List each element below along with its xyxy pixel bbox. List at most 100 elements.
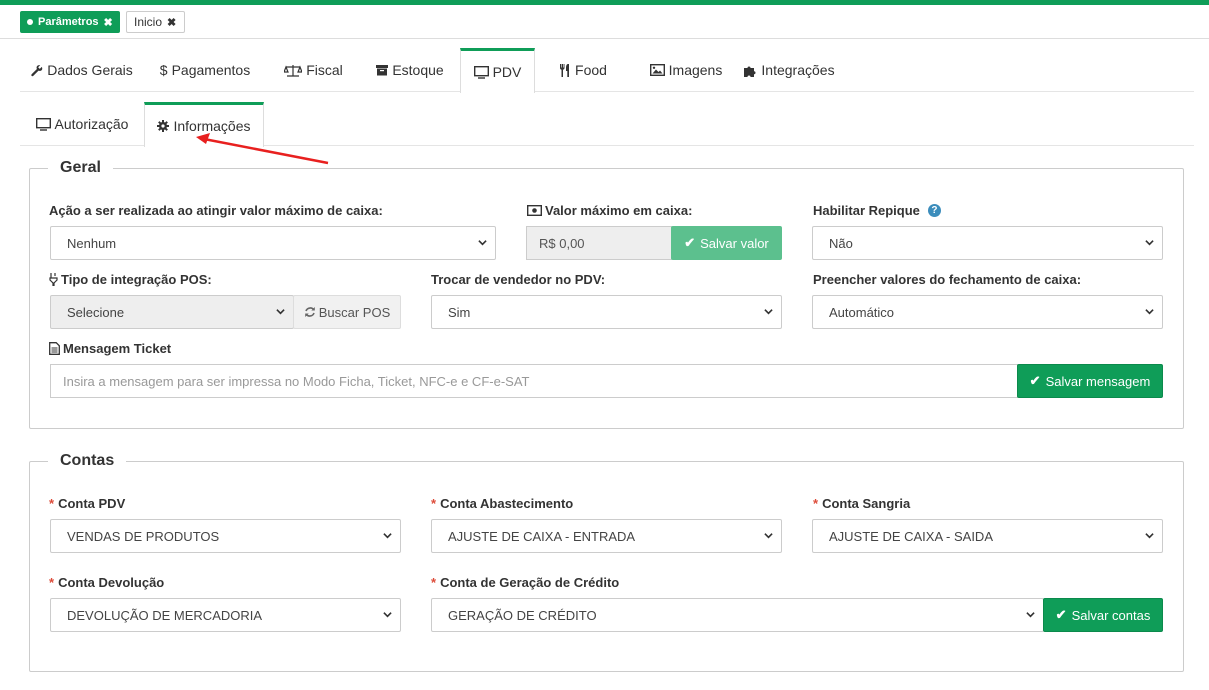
- tab-label: Fiscal: [306, 62, 343, 78]
- geral-legend: Geral: [48, 159, 113, 177]
- repique-select[interactable]: Não: [812, 226, 1163, 260]
- select-value: AJUSTE DE CAIXA - ENTRADA: [448, 528, 636, 544]
- chevron-down-icon: [764, 533, 773, 539]
- label-text: Mensagem Ticket: [63, 341, 172, 356]
- select-value: Não: [829, 235, 853, 251]
- required-marker: *: [49, 575, 55, 590]
- conta-credito-label: * Conta de Geração de Crédito: [431, 575, 619, 590]
- pos-label: Tipo de integração POS:: [49, 272, 212, 287]
- required-marker: *: [431, 575, 437, 590]
- document-icon: [49, 342, 60, 355]
- button-label: Buscar POS: [318, 304, 391, 320]
- cutlery-icon: [559, 63, 571, 77]
- button-label: Salvar valor: [700, 235, 769, 251]
- pos-select[interactable]: Selecione: [50, 295, 294, 329]
- chevron-down-icon: [383, 612, 392, 618]
- salvar-valor-button[interactable]: ✔ Salvar valor: [671, 226, 782, 260]
- select-value: Selecione: [67, 304, 125, 320]
- monitor-icon: [35, 117, 51, 131]
- chevron-down-icon: [1145, 309, 1154, 315]
- label-text: Conta PDV: [58, 496, 126, 511]
- tab-label: Dados Gerais: [47, 62, 133, 78]
- chevron-down-icon: [276, 309, 285, 315]
- valor-max-label: Valor máximo em caixa:: [527, 203, 692, 218]
- tab-estoque[interactable]: Estoque: [360, 48, 460, 92]
- chevron-down-icon: [1026, 612, 1035, 618]
- button-label: Salvar contas: [1071, 607, 1151, 623]
- trocar-label: Trocar de vendedor no PDV:: [431, 272, 606, 287]
- chevron-down-icon: [764, 309, 773, 315]
- label-text: Tipo de integração POS:: [61, 272, 212, 287]
- tab-label: Estoque: [392, 62, 444, 78]
- tab-fiscal[interactable]: Fiscal: [267, 48, 360, 92]
- page-tab-parametros[interactable]: Parâmetros ✖: [20, 11, 120, 33]
- chevron-down-icon: [1145, 533, 1154, 539]
- tab-autorizacao[interactable]: Autorização: [20, 102, 144, 146]
- select-value: Nenhum: [67, 235, 117, 251]
- salvar-mensagem-button[interactable]: ✔ Salvar mensagem: [1017, 364, 1163, 398]
- salvar-contas-button[interactable]: ✔ Salvar contas: [1043, 598, 1163, 632]
- tab-pagamentos[interactable]: $ Pagamentos: [143, 48, 267, 92]
- dollar-icon: $: [159, 62, 168, 78]
- puzzle-icon: [744, 64, 757, 77]
- contas-legend: Contas: [48, 452, 127, 470]
- tab-pdv[interactable]: PDV: [460, 48, 535, 93]
- buscar-pos-button[interactable]: Buscar POS: [293, 295, 401, 329]
- check-icon: ✔: [1029, 373, 1041, 388]
- close-icon[interactable]: ✖: [104, 16, 113, 29]
- conta-pdv-label: * Conta PDV: [49, 496, 125, 511]
- active-dot-icon: [27, 19, 33, 25]
- check-icon: ✔: [1055, 607, 1067, 622]
- mensagem-input[interactable]: Insira a mensagem para ser impressa no M…: [50, 364, 1018, 398]
- chevron-down-icon: [383, 533, 392, 539]
- mensagem-label: Mensagem Ticket: [49, 341, 171, 356]
- acao-select[interactable]: Nenhum: [50, 226, 496, 260]
- label-text: Conta de Geração de Crédito: [440, 575, 620, 590]
- select-value: GERAÇÃO DE CRÉDITO: [448, 607, 597, 623]
- select-value: Sim: [448, 304, 471, 320]
- repique-label: Habilitar Repique ?: [813, 203, 941, 218]
- label-text: Conta Devolução: [58, 575, 165, 590]
- label-text: Habilitar Repique: [813, 203, 920, 218]
- gear-icon: [157, 120, 170, 132]
- valor-max-input[interactable]: R$ 0,00: [526, 226, 672, 260]
- help-icon[interactable]: ?: [927, 204, 941, 217]
- required-marker: *: [49, 496, 55, 511]
- tab-integracoes[interactable]: Integrações: [741, 48, 838, 92]
- label-text: Conta Sangria: [822, 496, 911, 511]
- button-label: Salvar mensagem: [1045, 373, 1151, 389]
- trocar-select[interactable]: Sim: [431, 295, 782, 329]
- conta-abastecimento-label: * Conta Abastecimento: [431, 496, 573, 511]
- tab-label: Food: [575, 62, 607, 78]
- tab-dados-gerais[interactable]: Dados Gerais: [20, 48, 143, 92]
- select-value: AJUSTE DE CAIXA - SAIDA: [829, 528, 993, 544]
- conta-abastecimento-select[interactable]: AJUSTE DE CAIXA - ENTRADA: [431, 519, 782, 553]
- page-tab-label: Parâmetros: [38, 16, 99, 28]
- annotation-arrow: [196, 133, 329, 165]
- page-tab-inicio[interactable]: Inicio ✖: [126, 11, 185, 33]
- label-text: Conta Abastecimento: [440, 496, 574, 511]
- tab-label: Autorização: [54, 116, 129, 132]
- tab-label: PDV: [492, 64, 522, 80]
- money-icon: [527, 205, 542, 216]
- preencher-label: Preencher valores do fechamento de caixa…: [813, 272, 1082, 287]
- tab-food[interactable]: Food: [535, 48, 631, 92]
- archive-icon: [376, 64, 389, 76]
- conta-pdv-select[interactable]: VENDAS DE PRODUTOS: [50, 519, 401, 553]
- tab-imagens[interactable]: Imagens: [631, 48, 741, 92]
- conta-devolucao-label: * Conta Devolução: [49, 575, 164, 590]
- main-tab-bar: Dados Gerais $ Pagamentos Fiscal Estoque…: [20, 48, 1194, 93]
- conta-credito-select[interactable]: GERAÇÃO DE CRÉDITO: [431, 598, 1044, 632]
- balance-scale-icon: [284, 64, 303, 77]
- label-text: Valor máximo em caixa:: [545, 203, 693, 218]
- refresh-icon: [304, 306, 316, 318]
- select-value: Automático: [829, 304, 895, 320]
- conta-devolucao-select[interactable]: DEVOLUÇÃO DE MERCADORIA: [50, 598, 401, 632]
- wrench-icon: [30, 64, 43, 77]
- tab-label: Imagens: [668, 62, 723, 78]
- close-icon[interactable]: ✖: [167, 16, 176, 29]
- conta-sangria-label: * Conta Sangria: [813, 496, 910, 511]
- select-value: DEVOLUÇÃO DE MERCADORIA: [67, 607, 263, 623]
- preencher-select[interactable]: Automático: [812, 295, 1163, 329]
- conta-sangria-select[interactable]: AJUSTE DE CAIXA - SAIDA: [812, 519, 1163, 553]
